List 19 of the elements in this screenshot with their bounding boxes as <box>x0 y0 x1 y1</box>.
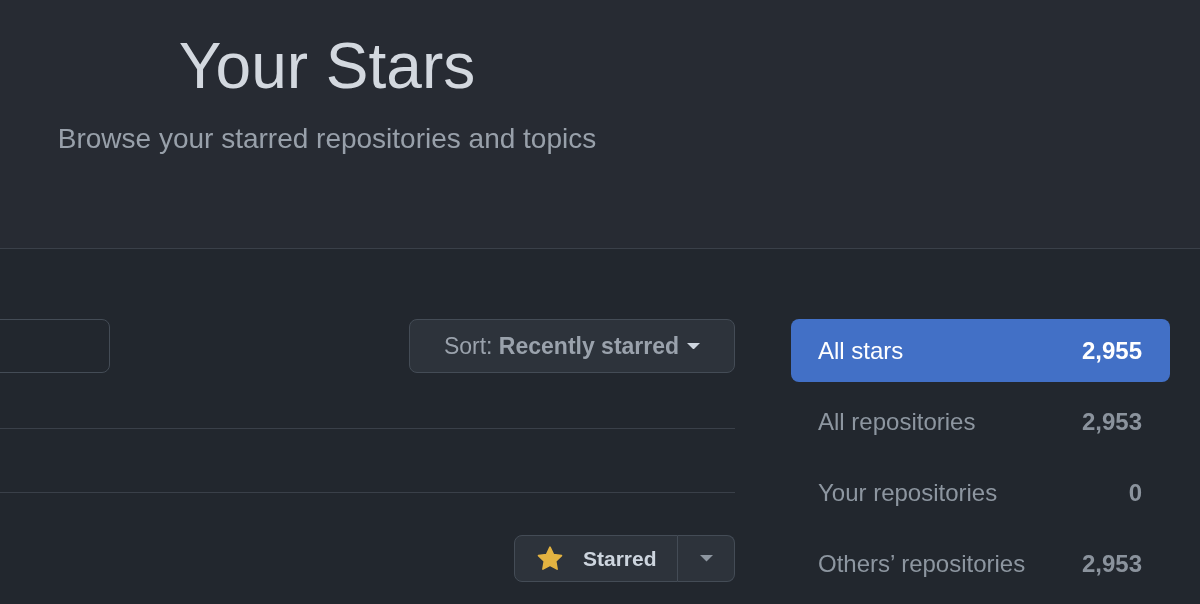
filter-item[interactable]: Others’ repositories 2,953 <box>791 532 1170 595</box>
starred-button[interactable]: Starred <box>514 535 678 582</box>
filter-item[interactable]: Your repositories 0 <box>791 461 1170 524</box>
filter-count: 2,953 <box>1081 549 1142 578</box>
page-subtitle: Browse your starred repositories and topics <box>57 121 597 156</box>
filter-count: 2,953 <box>1081 407 1142 436</box>
filter-item[interactable]: All stars 2,955 <box>791 319 1170 382</box>
filter-label: Others’ repositories <box>818 549 1026 578</box>
filter-label: Your repositories <box>818 478 998 507</box>
star-menu-button[interactable] <box>678 535 735 582</box>
caret-icon <box>687 342 701 350</box>
filter-count: 2,955 <box>1081 336 1142 365</box>
filter-count: 0 <box>1128 478 1142 507</box>
caret-icon <box>699 555 713 562</box>
page-title: Your Stars <box>178 29 476 104</box>
filter-item[interactable]: All repositories 2,953 <box>791 390 1170 453</box>
filter-label: All stars <box>818 336 904 365</box>
sort-button[interactable]: Sort: Recently starred <box>409 319 735 373</box>
filter-label: All repositories <box>818 407 976 436</box>
